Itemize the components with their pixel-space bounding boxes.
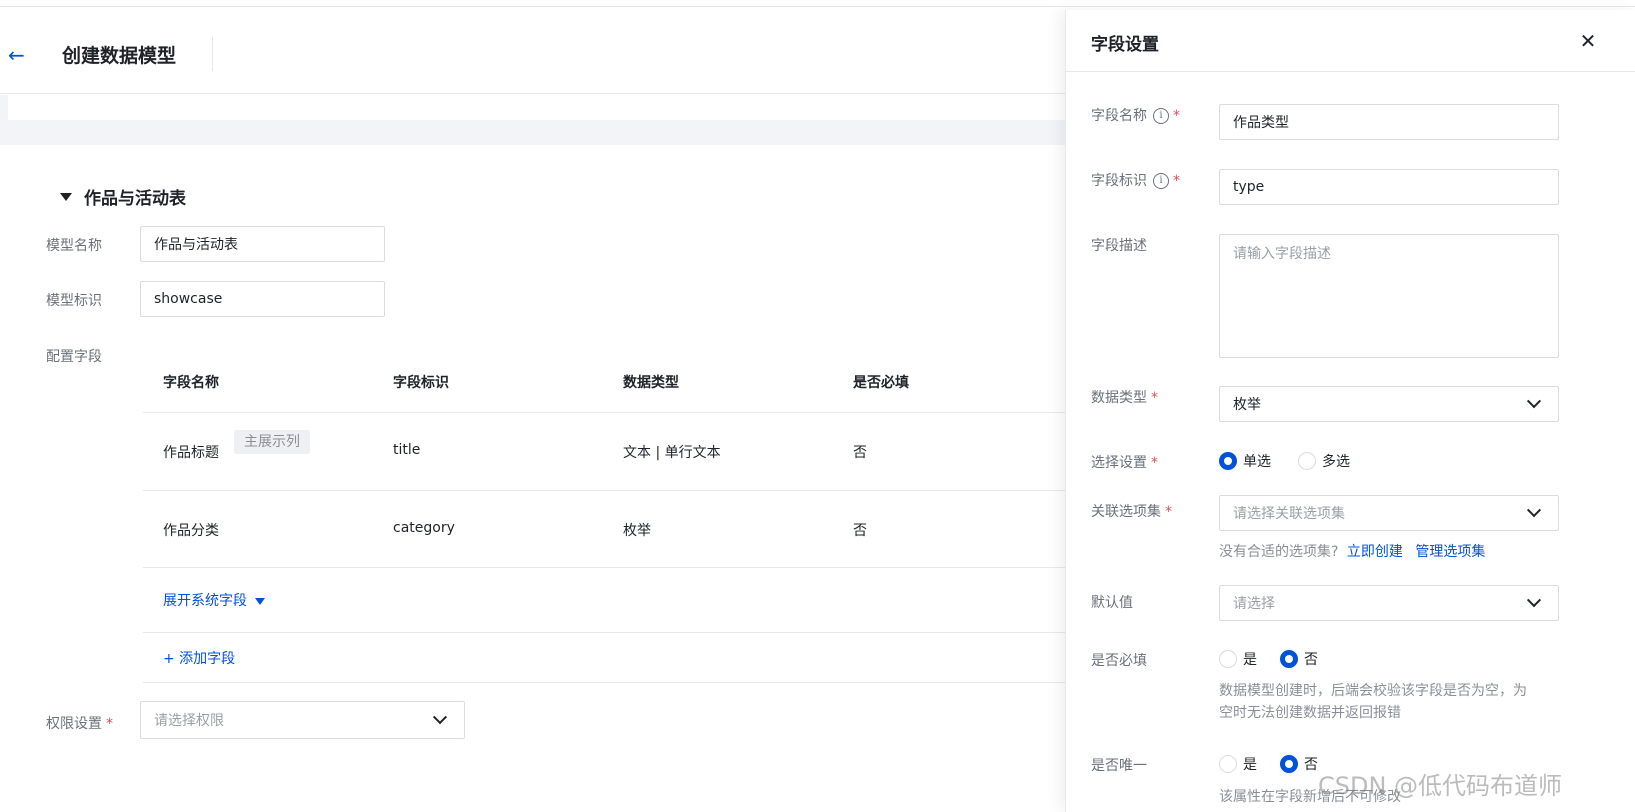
chevron-down-icon — [432, 710, 448, 725]
collapse-caret-icon[interactable] — [60, 193, 72, 201]
default-value-placeholder: 请选择 — [1233, 596, 1275, 612]
model-name-label: 模型名称 — [46, 238, 102, 254]
th-required: 是否必填 — [853, 375, 909, 391]
option-set-select[interactable]: 请选择关联选项集 — [1219, 495, 1559, 531]
row1-required: 否 — [853, 445, 867, 461]
back-arrow-icon[interactable]: ← — [8, 45, 28, 65]
section-title: 作品与活动表 — [84, 189, 186, 209]
required-no-radio[interactable]: 否 — [1280, 649, 1318, 669]
th-field-id: 字段标识 — [393, 375, 449, 391]
radio-checked-icon — [1280, 755, 1298, 773]
chevron-down-icon — [1526, 503, 1542, 518]
radio-unchecked-icon — [1219, 650, 1237, 668]
expand-system-fields-link[interactable]: 展开系统字段 — [163, 590, 265, 610]
drawer-header: 字段设置 ✕ — [1066, 10, 1635, 72]
field-desc-placeholder: 请输入字段描述 — [1233, 246, 1331, 262]
info-icon: i — [1153, 173, 1169, 189]
default-value-label: 默认值 — [1091, 595, 1133, 611]
option-set-label: 关联选项集 * — [1091, 504, 1172, 520]
header-divider — [212, 37, 213, 71]
radio-unchecked-icon — [1219, 755, 1237, 773]
field-settings-drawer: 字段设置 ✕ 字段名称 i * 作品类型 字段标识 i * type 字段描述 请输入字… — [1065, 10, 1635, 812]
unique-yes-radio[interactable]: 是 — [1219, 754, 1257, 774]
row1-name: 作品标题 — [163, 445, 219, 461]
page-title: 创建数据模型 — [62, 45, 177, 67]
field-name-input[interactable]: 作品类型 — [1219, 104, 1559, 140]
previous-card-bottom — [8, 95, 1108, 120]
table-divider — [143, 412, 1108, 413]
table-divider — [143, 490, 1108, 491]
row2-type: 枚举 — [623, 523, 651, 539]
field-name-value: 作品类型 — [1233, 115, 1289, 131]
field-id-input[interactable]: type — [1219, 169, 1559, 205]
option-set-placeholder: 请选择关联选项集 — [1233, 506, 1345, 522]
close-icon[interactable]: ✕ — [1576, 29, 1600, 53]
chevron-down-icon — [1526, 593, 1542, 608]
multi-select-radio[interactable]: 多选 — [1298, 451, 1350, 471]
unique-no-radio[interactable]: 否 — [1280, 754, 1318, 774]
required-label: 是否必填 — [1091, 653, 1147, 669]
select-setting-label: 选择设置 * — [1091, 455, 1158, 471]
primary-column-tag: 主展示列 — [234, 430, 310, 454]
table-divider — [143, 567, 1108, 568]
radio-unchecked-icon — [1298, 452, 1316, 470]
row2-id: category — [393, 520, 455, 536]
row1-type: 文本 | 单行文本 — [623, 445, 721, 461]
permission-label: 权限设置 * — [46, 716, 113, 732]
th-data-type: 数据类型 — [623, 375, 679, 391]
row1-id: title — [393, 442, 421, 458]
data-type-label: 数据类型 * — [1091, 390, 1158, 406]
field-desc-label: 字段描述 — [1091, 238, 1147, 254]
drawer-title: 字段设置 — [1091, 35, 1159, 55]
model-name-input[interactable]: 作品与活动表 — [140, 226, 385, 262]
table-divider — [143, 682, 1108, 683]
fields-label: 配置字段 — [46, 349, 102, 365]
caret-down-icon — [255, 597, 265, 605]
model-name-value: 作品与活动表 — [154, 237, 238, 253]
unique-label: 是否唯一 — [1091, 758, 1147, 774]
data-type-value: 枚举 — [1233, 397, 1261, 413]
row2-name: 作品分类 — [163, 523, 219, 539]
default-value-select[interactable]: 请选择 — [1219, 585, 1559, 621]
option-set-help: 没有合适的选项集? 立即创建 管理选项集 — [1219, 544, 1486, 560]
single-select-radio[interactable]: 单选 — [1219, 451, 1271, 471]
required-help-line2: 空时无法创建数据并返回报错 — [1219, 705, 1401, 721]
create-option-set-link[interactable]: 立即创建 — [1347, 544, 1403, 560]
model-id-input[interactable]: showcase — [140, 281, 385, 317]
radio-checked-icon — [1280, 650, 1298, 668]
field-desc-textarea[interactable]: 请输入字段描述 — [1219, 234, 1559, 358]
table-divider — [143, 632, 1108, 633]
permission-placeholder: 请选择权限 — [154, 713, 224, 729]
required-help-line1: 数据模型创建时，后端会校验该字段是否为空，为 — [1219, 683, 1527, 699]
required-yes-radio[interactable]: 是 — [1219, 649, 1257, 669]
watermark: CSDN @低代码布道师 — [1318, 772, 1563, 800]
model-id-label: 模型标识 — [46, 293, 102, 309]
add-field-link[interactable]: + 添加字段 — [163, 648, 235, 668]
permission-select[interactable]: 请选择权限 — [140, 701, 465, 739]
info-icon: i — [1153, 108, 1169, 124]
row2-required: 否 — [853, 523, 867, 539]
th-field-name: 字段名称 — [163, 375, 219, 391]
data-type-select[interactable]: 枚举 — [1219, 386, 1559, 422]
model-id-value: showcase — [154, 291, 223, 307]
field-id-value: type — [1233, 179, 1265, 195]
manage-option-sets-link[interactable]: 管理选项集 — [1415, 544, 1485, 560]
field-id-label: 字段标识 i * — [1091, 173, 1180, 189]
chevron-down-icon — [1526, 394, 1542, 409]
expand-system-fields-label: 展开系统字段 — [163, 593, 247, 609]
radio-checked-icon — [1219, 452, 1237, 470]
field-name-label: 字段名称 i * — [1091, 108, 1180, 124]
